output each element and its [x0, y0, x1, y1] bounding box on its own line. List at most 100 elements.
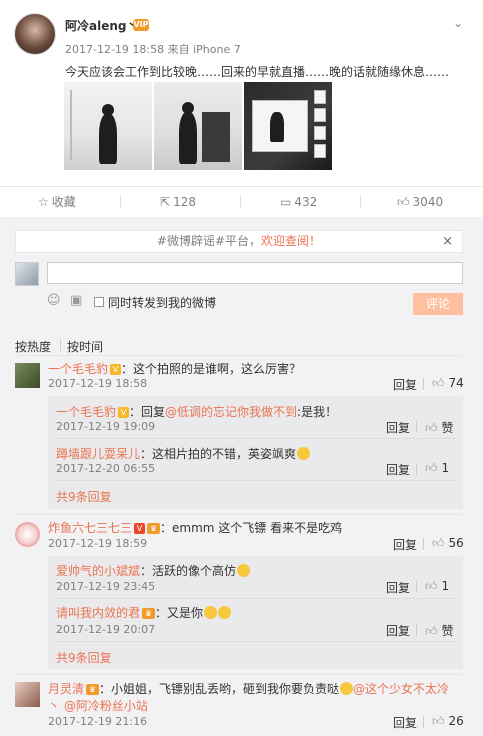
comment-input[interactable]	[47, 262, 463, 284]
separator	[120, 196, 121, 208]
separator	[416, 581, 417, 593]
post-image-3[interactable]	[244, 82, 332, 170]
shy-emoji-icon	[340, 682, 354, 695]
favorite-button[interactable]: ☆ 收藏	[38, 187, 76, 217]
reply-time: 2017-12-20 06:55	[56, 462, 156, 475]
like-comment-button[interactable]: 👍︎ 56	[432, 536, 464, 551]
like-comment-button[interactable]: 👍︎ 74	[432, 376, 464, 391]
verified-icon: V	[110, 364, 122, 375]
separator	[423, 538, 424, 550]
commenter-avatar[interactable]	[15, 363, 40, 388]
like-reply-button[interactable]: 👍︎ 赞	[425, 419, 454, 436]
commenter-avatar[interactable]	[15, 522, 40, 547]
separator	[423, 716, 424, 728]
reply-time: 2017-12-19 20:07	[56, 623, 156, 636]
replier-name[interactable]: 爱帅气的小斌斌	[56, 564, 140, 578]
thumbs-up-icon: 👍︎	[425, 624, 438, 638]
divider	[56, 480, 456, 481]
post-image-2[interactable]	[154, 82, 242, 170]
comment-icon: ▭	[280, 195, 292, 209]
weibo-card: 阿冷aleng丶 VIP ⌄ 2017-12-19 18:58 来自 iPhon…	[0, 0, 483, 736]
chevron-down-icon[interactable]: ⌄	[453, 16, 463, 30]
divider	[15, 355, 463, 356]
separator	[240, 196, 241, 208]
more-replies-link[interactable]: 共9条回复	[56, 488, 112, 505]
forward-count: 128	[173, 195, 196, 209]
forward-checkbox[interactable]	[94, 297, 104, 307]
image-icon[interactable]: ▣	[70, 293, 82, 308]
comment-body: ：小姐姐，飞镖别乱丢哟，砸到我你要负责哒	[99, 682, 340, 696]
replier-name[interactable]: 请叫我内敛的君	[56, 606, 140, 620]
comment-button[interactable]: ▭ 432	[280, 187, 317, 217]
mention-link[interactable]: @阿冷粉丝小站	[64, 699, 148, 713]
mention-link[interactable]: @低调的忘记你我做不到	[165, 405, 297, 419]
comment-text-line2: 丶 @阿冷粉丝小站	[48, 697, 148, 714]
verified-icon: V	[134, 523, 146, 534]
commenter-avatar[interactable]	[15, 682, 40, 707]
commenter-name[interactable]: 月灵清	[48, 682, 84, 696]
forward-button[interactable]: ⇱ 128	[160, 187, 196, 217]
light-stand	[70, 90, 72, 160]
close-icon[interactable]: ×	[442, 231, 453, 252]
like-reply-button[interactable]: 👍︎ 1	[425, 461, 449, 476]
notice-bar: #微博辟谣#平台，欢迎查阅！ ×	[15, 230, 463, 253]
mention-link[interactable]: @这个少女不太冷	[353, 682, 449, 696]
comment-time: 2017-12-19 18:58	[48, 377, 148, 390]
thumbs-up-icon: 👍︎	[397, 195, 410, 209]
commenter-name[interactable]: 炸鱼六七三七三	[48, 521, 132, 535]
reply-time: 2017-12-19 23:45	[56, 580, 156, 593]
thumbs-up-icon: 👍︎	[432, 376, 445, 390]
reply-button[interactable]: 回复	[386, 419, 410, 436]
mention-link-end[interactable]: 丶	[48, 699, 60, 713]
like-count: 3040	[412, 195, 444, 209]
vip-badge-icon: VIP	[133, 19, 149, 31]
comment-text: 一个毛毛豹 V ：这个拍照的是谁啊，这么厉害？	[48, 360, 301, 377]
sort-by-time[interactable]: 按时间	[67, 338, 103, 355]
reply-button[interactable]: 回复	[386, 622, 410, 639]
reply-button[interactable]: 回复	[393, 714, 417, 731]
action-bar: ☆ 收藏 ⇱ 128 ▭ 432 👍︎ 3040	[0, 187, 483, 217]
smirk-emoji-icon	[237, 564, 251, 577]
divider	[56, 438, 456, 439]
like-comment-button[interactable]: 👍︎ 26	[432, 714, 464, 729]
like-count: 26	[448, 714, 464, 728]
sort-by-hot[interactable]: 按热度	[15, 338, 51, 355]
separator	[416, 624, 417, 636]
like-reply-button[interactable]: 👍︎ 1	[425, 579, 449, 594]
thumbs-up-icon: 👍︎	[425, 421, 438, 435]
reply-body: ：又是你	[155, 606, 204, 620]
film-frame	[314, 144, 326, 158]
post-image-1[interactable]	[64, 82, 152, 170]
like-count: 74	[448, 376, 464, 390]
submit-comment-button[interactable]: 评论	[413, 293, 463, 315]
my-avatar	[15, 262, 39, 286]
laugh-emoji-icon	[204, 606, 218, 619]
reply-button[interactable]: 回复	[393, 376, 417, 393]
replier-name[interactable]: 一个毛毛豹	[56, 405, 116, 419]
more-replies-link[interactable]: 共9条回复	[56, 649, 112, 666]
comment-text: 炸鱼六七三七三 V ♛ ：emmm 这个飞镖 看来不是吃鸡	[48, 519, 342, 536]
forward-checkbox-label[interactable]: 同时转发到我的微博	[108, 294, 216, 311]
post-meta: 2017-12-19 18:58 来自 iPhone 7	[65, 43, 241, 56]
film-frame	[314, 108, 326, 122]
reply-button[interactable]: 回复	[386, 461, 410, 478]
notice-text[interactable]: #微博辟谣#平台，	[157, 234, 261, 248]
like-button[interactable]: 👍︎ 3040	[397, 187, 443, 217]
reply-button[interactable]: 回复	[386, 579, 410, 596]
author-name[interactable]: 阿冷aleng丶	[65, 17, 138, 34]
notice-highlight[interactable]: 欢迎查阅！	[261, 234, 321, 248]
reply-body: ：这相片拍的不错，英姿飒爽	[140, 447, 297, 461]
vip-badge-icon: ♛	[86, 684, 100, 695]
comment-time: 2017-12-19 21:16	[48, 715, 148, 728]
like-reply-button[interactable]: 👍︎ 赞	[425, 622, 454, 639]
comment-text: 月灵清 ♛ ：小姐姐，飞镖别乱丢哟，砸到我你要负责哒 @这个少女不太冷	[48, 680, 449, 697]
laugh-emoji-icon	[218, 606, 232, 619]
like-count: 赞	[441, 624, 454, 638]
emoji-icon[interactable]: ☺	[47, 293, 61, 308]
separator	[416, 421, 417, 433]
replier-name[interactable]: 蹲墙跟儿耍呆儿	[56, 447, 140, 461]
commenter-name[interactable]: 一个毛毛豹	[48, 362, 108, 376]
reply-button[interactable]: 回复	[393, 536, 417, 553]
author-avatar[interactable]	[14, 13, 56, 55]
divider	[56, 641, 456, 642]
